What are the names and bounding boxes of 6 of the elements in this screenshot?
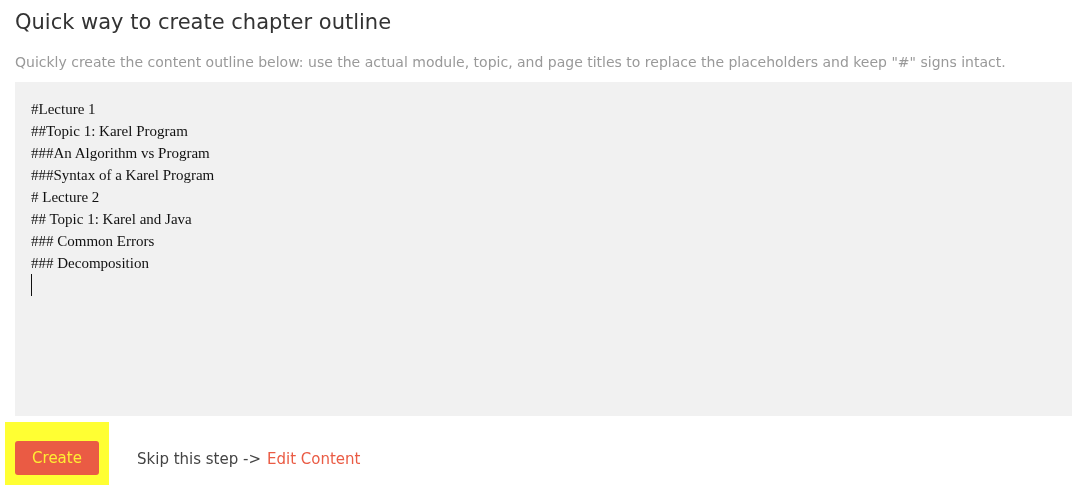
edit-content-link[interactable]: Edit Content [267, 449, 361, 468]
outline-field[interactable]: #Lecture 1 ##Topic 1: Karel Program ###An Algorithm vs Program ###Syntax of a Karel Program # Lecture 2 ## Topic 1: Karel and Java ### Common Errors ### Decomposition [15, 82, 1072, 416]
skip-text: Skip this step -> [137, 449, 261, 468]
create-button[interactable]: Create [15, 441, 99, 475]
page-title: Quick way to create chapter outline [15, 9, 393, 36]
instructions-text: Quickly create the content outline below: use the actual module, topic, and page titles to replace the placeholders and keep "#" signs intact. [15, 53, 1007, 72]
